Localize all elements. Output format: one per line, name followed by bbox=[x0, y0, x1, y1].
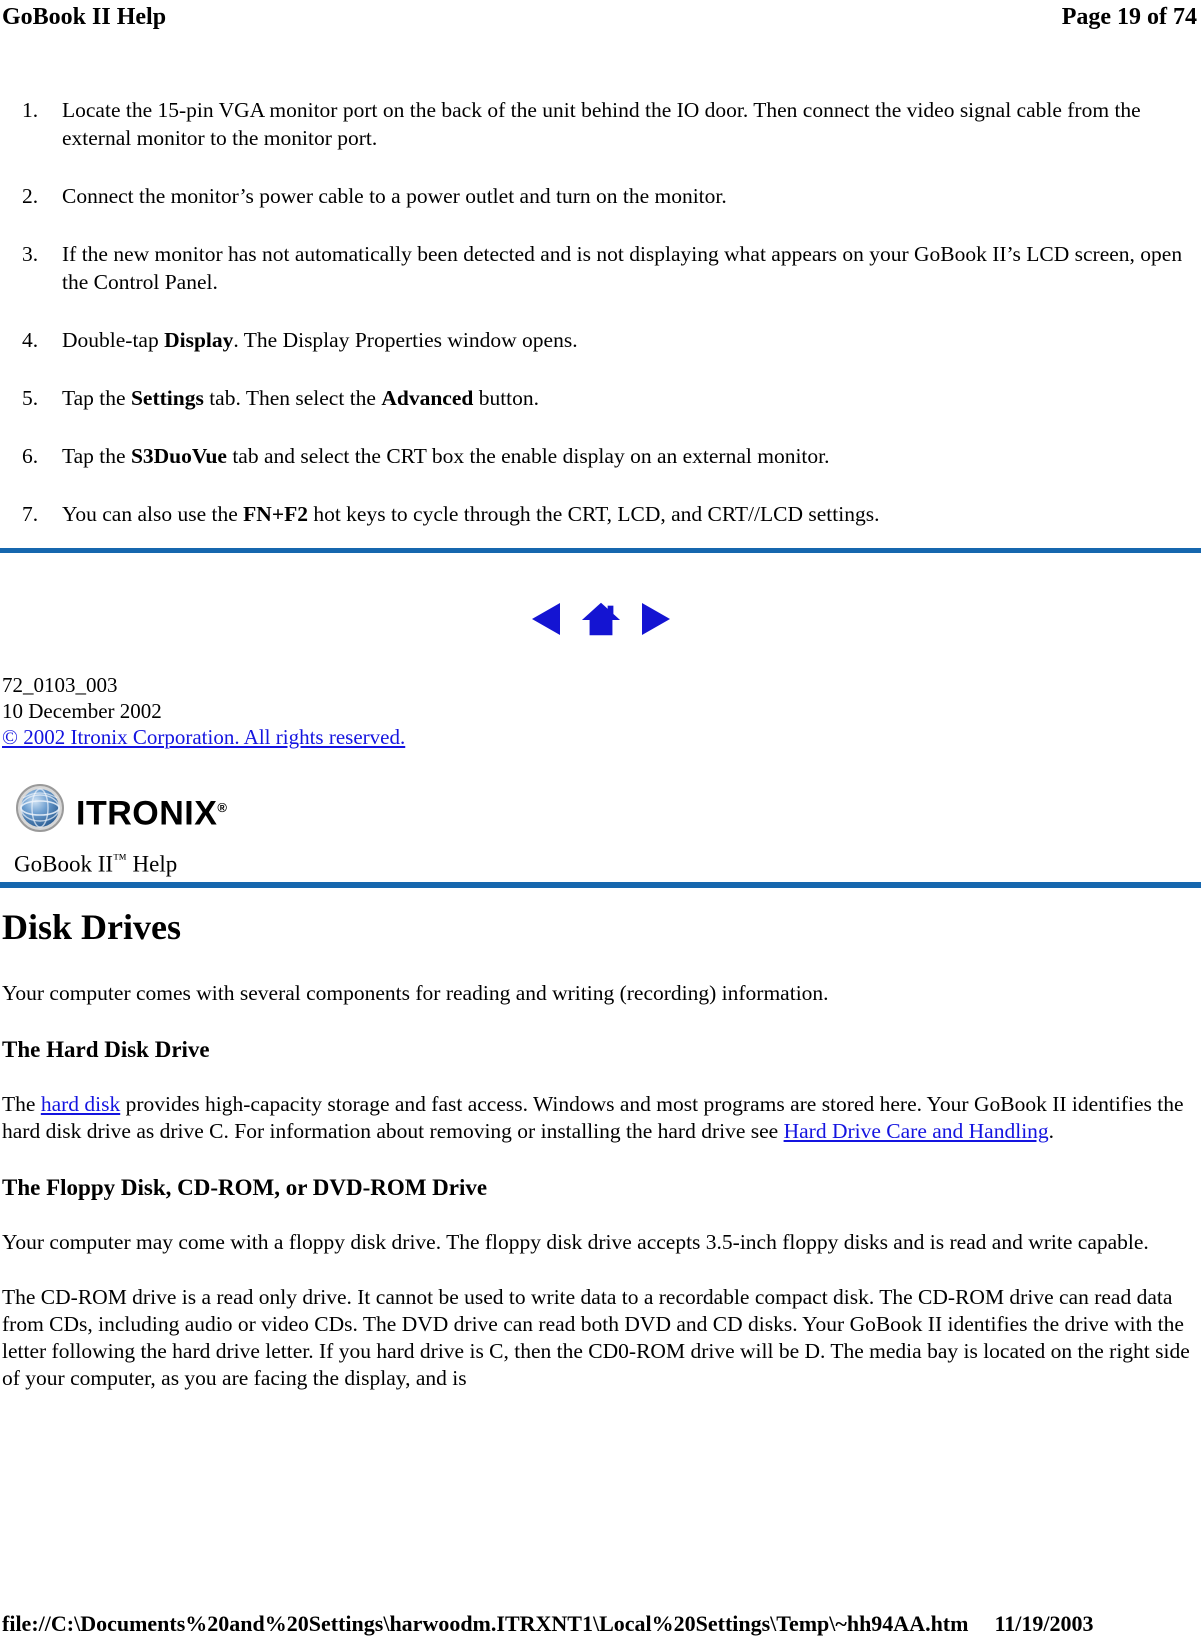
text-fragment: Tap the bbox=[62, 444, 131, 468]
step-text: Double-tap Display. The Display Properti… bbox=[62, 326, 1187, 354]
emphasis-text: Settings bbox=[130, 386, 204, 410]
help-page: GoBook II Help Page 19 of 74 1. Locate th… bbox=[0, 0, 1201, 1642]
emphasis-text: S3DuoVue bbox=[130, 444, 227, 468]
text-fragment: tab and select the CRT box the enable di… bbox=[226, 444, 830, 468]
help-title-text: GoBook II bbox=[14, 851, 114, 877]
emphasis-text: Display bbox=[164, 328, 234, 352]
hard-disk-link[interactable]: hard disk bbox=[41, 1092, 120, 1116]
text-fragment: Double-tap bbox=[62, 328, 165, 352]
step-text: Tap the S3DuoVue tab and select the CRT … bbox=[62, 442, 1187, 470]
numbered-steps-list: 1. Locate the 15-pin VGA monitor port on … bbox=[0, 96, 1201, 528]
step-item: 3. If the new monitor has not automatical… bbox=[0, 240, 1187, 296]
document-metadata: 72_0103_003 10 December 2002 © 2002 Itro… bbox=[2, 672, 405, 750]
intro-paragraph: Your computer comes with several compone… bbox=[2, 981, 829, 1005]
page-footer: file://C:\Documents%20and%20Settings\har… bbox=[0, 1610, 1201, 1638]
step-number: 5. bbox=[22, 386, 39, 410]
step-number: 2. bbox=[22, 184, 39, 208]
trademark-mark: ™ bbox=[113, 852, 127, 867]
page-number-label: Page 19 of 74 bbox=[1061, 4, 1197, 30]
step-number: 1. bbox=[22, 98, 39, 122]
header-title: GoBook II Help bbox=[2, 4, 167, 30]
divider-section bbox=[0, 882, 1201, 888]
step-text: If the new monitor has not automatically… bbox=[62, 240, 1187, 296]
step-item: 6. Tap the S3DuoVue tab and select the CR… bbox=[0, 442, 1187, 470]
step-number: 6. bbox=[22, 444, 39, 468]
blue-rule bbox=[0, 548, 1201, 553]
right-triangle-icon[interactable] bbox=[635, 598, 675, 640]
itronix-logo: ITRONIX® bbox=[14, 782, 227, 839]
logo-word-text: ITRONIX bbox=[76, 794, 218, 833]
text-fragment: tab. Then select the bbox=[203, 386, 382, 410]
text-fragment: Connect the monitor’s power cable to a p… bbox=[62, 184, 727, 208]
step-item: 4. Double-tap Display. The Display Proper… bbox=[0, 326, 1187, 354]
print-date-label: 11/19/2003 bbox=[994, 1611, 1094, 1636]
text-fragment: Tap the bbox=[62, 386, 131, 410]
registered-mark: ® bbox=[217, 799, 227, 815]
help-product-title: GoBook II™ Help bbox=[14, 845, 177, 880]
step-text: Tap the Settings tab. Then select the Ad… bbox=[62, 384, 1187, 412]
article-body: Disk Drives Your computer comes with sev… bbox=[0, 906, 1201, 1420]
step-item: 7. You can also use the FN+F2 hot keys to… bbox=[0, 500, 1187, 528]
left-triangle-icon[interactable] bbox=[527, 598, 567, 640]
document-number: 72_0103_003 bbox=[2, 673, 118, 697]
procedure-content: 1. Locate the 15-pin VGA monitor port on … bbox=[0, 96, 1201, 558]
house-icon[interactable] bbox=[581, 598, 621, 640]
emphasis-text: FN+F2 bbox=[243, 502, 308, 526]
step-item: 1. Locate the 15-pin VGA monitor port on … bbox=[0, 96, 1187, 152]
page-title: Disk Drives bbox=[2, 907, 181, 947]
text-fragment: . The Display Properties window opens. bbox=[233, 328, 578, 352]
step-number: 4. bbox=[22, 328, 39, 352]
text-fragment: If the new monitor has not automatically… bbox=[62, 242, 1183, 294]
step-text: Locate the 15-pin VGA monitor port on th… bbox=[62, 96, 1187, 152]
step-text: Connect the monitor’s power cable to a p… bbox=[62, 182, 1187, 210]
step-item: 5. Tap the Settings tab. Then select the … bbox=[0, 384, 1187, 412]
page-header: GoBook II Help Page 19 of 74 bbox=[0, 2, 1201, 36]
copyright-link[interactable]: © 2002 Itronix Corporation. All rights r… bbox=[2, 724, 405, 750]
help-title-suffix: Help bbox=[126, 851, 178, 877]
step-number: 7. bbox=[22, 502, 39, 526]
document-date: 10 December 2002 bbox=[2, 699, 162, 723]
file-path-label: file://C:\Documents%20and%20Settings\har… bbox=[2, 1611, 969, 1636]
hard-disk-paragraph: The hard disk provides high-capacity sto… bbox=[2, 1091, 1195, 1145]
floppy-drive-paragraph: Your computer may come with a floppy dis… bbox=[2, 1230, 1149, 1254]
heading-floppy-cdrom-dvdrom: The Floppy Disk, CD-ROM, or DVD-ROM Driv… bbox=[2, 1175, 488, 1200]
text-fragment: . bbox=[1048, 1119, 1055, 1143]
text-fragment: The bbox=[2, 1092, 41, 1116]
hard-drive-care-link[interactable]: Hard Drive Care and Handling bbox=[784, 1119, 1049, 1143]
cdrom-drive-paragraph: The CD-ROM drive is a read only drive. I… bbox=[2, 1285, 1190, 1390]
heading-hard-disk-drive: The Hard Disk Drive bbox=[2, 1037, 210, 1062]
step-text: You can also use the FN+F2 hot keys to c… bbox=[62, 500, 1187, 528]
text-fragment: You can also use the bbox=[62, 502, 244, 526]
navigation-icon-bar bbox=[0, 598, 1201, 640]
step-item: 2. Connect the monitor’s power cable to a… bbox=[0, 182, 1187, 210]
text-fragment: hot keys to cycle through the CRT, LCD, … bbox=[307, 502, 880, 526]
divider-top bbox=[0, 548, 1201, 553]
globe-icon bbox=[14, 782, 66, 839]
blue-rule bbox=[0, 882, 1201, 888]
text-fragment: button. bbox=[473, 386, 540, 410]
text-fragment: Locate the 15-pin VGA monitor port on th… bbox=[62, 98, 1141, 150]
emphasis-text: Advanced bbox=[381, 386, 474, 410]
step-number: 3. bbox=[22, 242, 39, 266]
itronix-wordmark: ITRONIX® bbox=[76, 791, 227, 830]
